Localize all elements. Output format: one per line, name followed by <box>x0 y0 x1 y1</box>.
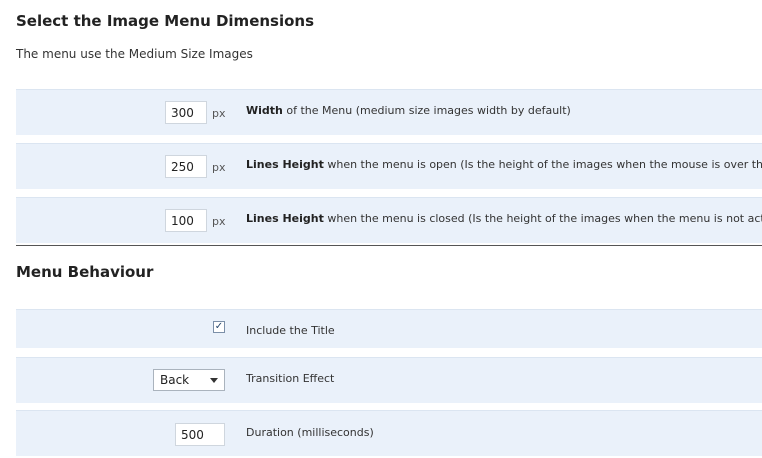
behaviour-row-transition: Back Transition Effect <box>16 357 762 403</box>
closed-height-label: Lines Height <box>246 212 324 225</box>
include-title-checkbox[interactable]: ✓ <box>213 321 225 333</box>
section-title-behaviour: Menu Behaviour <box>16 263 154 281</box>
closed-height-input[interactable] <box>165 209 207 232</box>
closed-height-description: Lines Height when the menu is closed (Is… <box>246 212 762 225</box>
behaviour-row-duration: Duration (milliseconds) <box>16 410 762 456</box>
open-height-input[interactable] <box>165 155 207 178</box>
unit-label: px <box>212 161 226 174</box>
unit-label: px <box>212 215 226 228</box>
width-description: Width of the Menu (medium size images wi… <box>246 104 762 117</box>
width-label: Width <box>246 104 283 117</box>
chevron-down-icon <box>210 378 218 383</box>
include-title-label: Include the Title <box>246 324 335 337</box>
closed-height-text: when the menu is closed (Is the height o… <box>323 212 762 225</box>
transition-effect-label: Transition Effect <box>246 372 335 385</box>
behaviour-row-include-title: ✓ Include the Title <box>16 309 762 348</box>
width-input[interactable] <box>165 101 207 124</box>
open-height-label: Lines Height <box>246 158 324 171</box>
transition-effect-value: Back <box>160 373 190 387</box>
open-height-text: when the menu is open (Is the height of … <box>323 158 762 171</box>
dimension-row-open-height: px Lines Height when the menu is open (I… <box>16 143 762 189</box>
section-divider <box>16 245 762 246</box>
dimension-row-width: px Width of the Menu (medium size images… <box>16 89 762 135</box>
duration-label: Duration (milliseconds) <box>246 426 374 439</box>
open-height-description: Lines Height when the menu is open (Is t… <box>246 158 762 171</box>
section-title-dimensions: Select the Image Menu Dimensions <box>16 12 315 30</box>
transition-effect-select[interactable]: Back <box>153 369 225 391</box>
width-text: of the Menu (medium size images width by… <box>282 104 571 117</box>
duration-input[interactable] <box>175 423 225 446</box>
unit-label: px <box>212 107 226 120</box>
dimension-row-closed-height: px Lines Height when the menu is closed … <box>16 197 762 243</box>
section-subtitle: The menu use the Medium Size Images <box>16 47 253 61</box>
